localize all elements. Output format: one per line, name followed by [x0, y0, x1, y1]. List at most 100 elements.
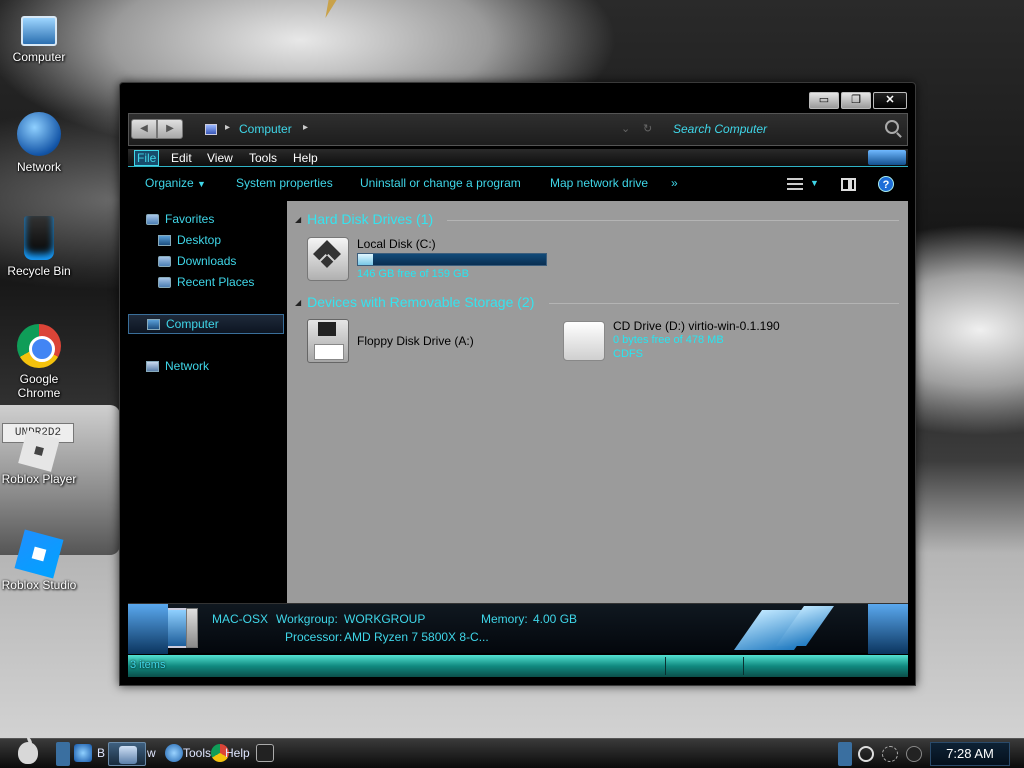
computer-crumb-icon: [205, 124, 217, 135]
search-icon[interactable]: [885, 120, 899, 134]
menu-tools[interactable]: Tools: [249, 151, 277, 165]
refresh-icon[interactable]: ↻: [643, 122, 652, 135]
explorer-icon: [119, 746, 137, 764]
details-decoration-left: [128, 604, 168, 654]
desktop-icon-label: Recycle Bin: [7, 264, 71, 278]
desktop-icon-roblox-studio[interactable]: Roblox Studio: [0, 529, 78, 592]
desktop-icon-network[interactable]: Network: [0, 112, 78, 174]
drive-name: Floppy Disk Drive (A:): [357, 334, 474, 348]
address-bar[interactable]: ◀ ▶ ▸ Computer ▸ ⌄ ↻ Search Computer: [128, 113, 908, 146]
nav-label: Downloads: [177, 254, 237, 268]
breadcrumb-separator[interactable]: ▸: [225, 122, 230, 133]
drive-local-disk-c[interactable]: Local Disk (C:) 146 GB free of 159 GB: [307, 237, 547, 281]
floppy-disk-icon: [307, 319, 349, 363]
memory-value: 4.00 GB: [533, 612, 578, 626]
tray-up-icon[interactable]: [858, 746, 874, 762]
forward-button[interactable]: ▶: [157, 119, 183, 139]
preview-pane-icon[interactable]: [841, 178, 856, 191]
collapse-icon: ◢: [295, 297, 302, 307]
cd-drive-icon: [563, 321, 605, 361]
menu-file[interactable]: File: [134, 150, 160, 166]
volume-muted-icon[interactable]: [906, 746, 922, 762]
breadcrumb-separator[interactable]: ▸: [303, 122, 308, 133]
tray-network-icon[interactable]: [882, 746, 898, 762]
processor-label: Processor:: [285, 630, 343, 644]
drive-floppy-a[interactable]: Floppy Disk Drive (A:): [307, 319, 474, 363]
nav-computer[interactable]: Computer: [128, 314, 284, 334]
organize-label: Organize: [145, 176, 194, 190]
nav-recent-places[interactable]: Recent Places: [158, 274, 254, 290]
apple-start-icon[interactable]: [18, 737, 38, 764]
taskbar-decoration: [838, 742, 852, 766]
menu-help[interactable]: Help: [293, 151, 318, 165]
uninstall-program-button[interactable]: Uninstall or change a program: [360, 176, 521, 190]
system-properties-button[interactable]: System properties: [236, 176, 333, 190]
network-icon[interactable]: [165, 744, 183, 762]
desktop-icon-label: Computer: [12, 50, 66, 64]
close-button[interactable]: ✕: [873, 92, 907, 109]
status-divider: [743, 657, 744, 675]
app-window-icon[interactable]: [256, 744, 274, 762]
help-icon[interactable]: ?: [878, 176, 894, 192]
minimize-button[interactable]: ▭: [809, 92, 839, 109]
roblox-studio-icon: [14, 529, 64, 579]
more-commands-button[interactable]: »: [671, 176, 678, 190]
roblox-player-icon: [18, 430, 60, 472]
drive-free-space: 146 GB free of 159 GB: [357, 268, 469, 280]
group-title: Hard Disk Drives (1): [307, 211, 434, 227]
ie-icon[interactable]: [74, 744, 92, 762]
organize-button[interactable]: Organize ▼: [145, 176, 206, 190]
group-removable-storage[interactable]: ◢ Devices with Removable Storage (2): [295, 294, 534, 310]
desktop-icon-roblox-player[interactable]: Roblox Player: [0, 428, 78, 486]
details-pane: MAC-OSX Workgroup: WORKGROUP Memory: 4.0…: [128, 603, 908, 654]
menu-view[interactable]: View: [207, 151, 233, 165]
group-hard-disk-drives[interactable]: ◢ Hard Disk Drives (1): [295, 211, 433, 227]
desktop-icon-computer[interactable]: Computer: [0, 10, 78, 64]
desktop-icon-label: Google Chrome: [17, 372, 61, 400]
nav-label: Recent Places: [177, 275, 255, 289]
drive-info: Local Disk (C:) 146 GB free of 159 GB: [357, 237, 547, 281]
explorer-window[interactable]: ▭ ❐ ✕ ◀ ▶ ▸ Computer ▸ ⌄ ↻ Search Comput…: [119, 82, 916, 686]
navigation-pane: Favorites Desktop Downloads Recent Place…: [128, 201, 286, 601]
breadcrumb-computer[interactable]: Computer: [239, 122, 292, 136]
nav-network[interactable]: Network: [146, 358, 209, 374]
status-bar: 3 items: [128, 655, 908, 677]
chrome-icon: [17, 324, 61, 368]
workgroup-value: WORKGROUP: [344, 612, 426, 626]
window-controls: ▭ ❐ ✕: [809, 92, 907, 109]
nav-desktop[interactable]: Desktop: [158, 232, 221, 248]
nav-favorites[interactable]: Favorites: [146, 211, 214, 227]
view-dropdown-icon[interactable]: ▼: [810, 178, 819, 188]
collapse-icon: ◢: [295, 214, 302, 224]
menu-bar: File Edit View Tools Help: [128, 149, 908, 167]
group-title: Devices with Removable Storage (2): [307, 294, 535, 310]
desktop-icon-label: Roblox Player: [1, 472, 77, 486]
nav-downloads[interactable]: Downloads: [158, 253, 236, 269]
nav-label: Favorites: [165, 212, 215, 226]
nav-buttons: ◀ ▶: [131, 119, 183, 139]
back-button[interactable]: ◀: [131, 119, 157, 139]
menubar-decoration: [868, 150, 906, 165]
taskbar-explorer-button[interactable]: [108, 742, 146, 766]
change-view-icon[interactable]: [787, 178, 803, 190]
desktop-icon-chrome[interactable]: Google Chrome: [0, 324, 78, 400]
taskbar-clock[interactable]: 7:28 AM: [930, 742, 1010, 766]
menu-edit[interactable]: Edit: [171, 151, 192, 165]
recycle-bin-icon: [24, 216, 54, 260]
star-folder-icon: [146, 213, 159, 225]
group-divider: [549, 303, 899, 304]
address-dropdown-icon[interactable]: ⌄: [621, 122, 630, 135]
drive-free-space: 0 bytes free of 478 MB: [613, 334, 724, 346]
desktop-folder-icon: [158, 234, 171, 246]
taskbar-label: B: [97, 746, 106, 760]
group-divider: [447, 220, 899, 221]
content-pane: ◢ Hard Disk Drives (1) Local Disk (C:) 1…: [287, 201, 908, 603]
chevron-down-icon: ▼: [197, 179, 206, 189]
processor-value: AMD Ryzen 7 5800X 8-C...: [344, 630, 489, 644]
desktop-icon-label: Roblox Studio: [1, 578, 77, 592]
search-input[interactable]: Search Computer: [673, 122, 767, 136]
desktop-icon-recycle-bin[interactable]: Recycle Bin: [0, 216, 78, 278]
maximize-button[interactable]: ❐: [841, 92, 871, 109]
drive-cd-d[interactable]: CD Drive (D:) virtio-win-0.1.190 0 bytes…: [563, 319, 780, 361]
map-network-drive-button[interactable]: Map network drive: [550, 176, 648, 190]
